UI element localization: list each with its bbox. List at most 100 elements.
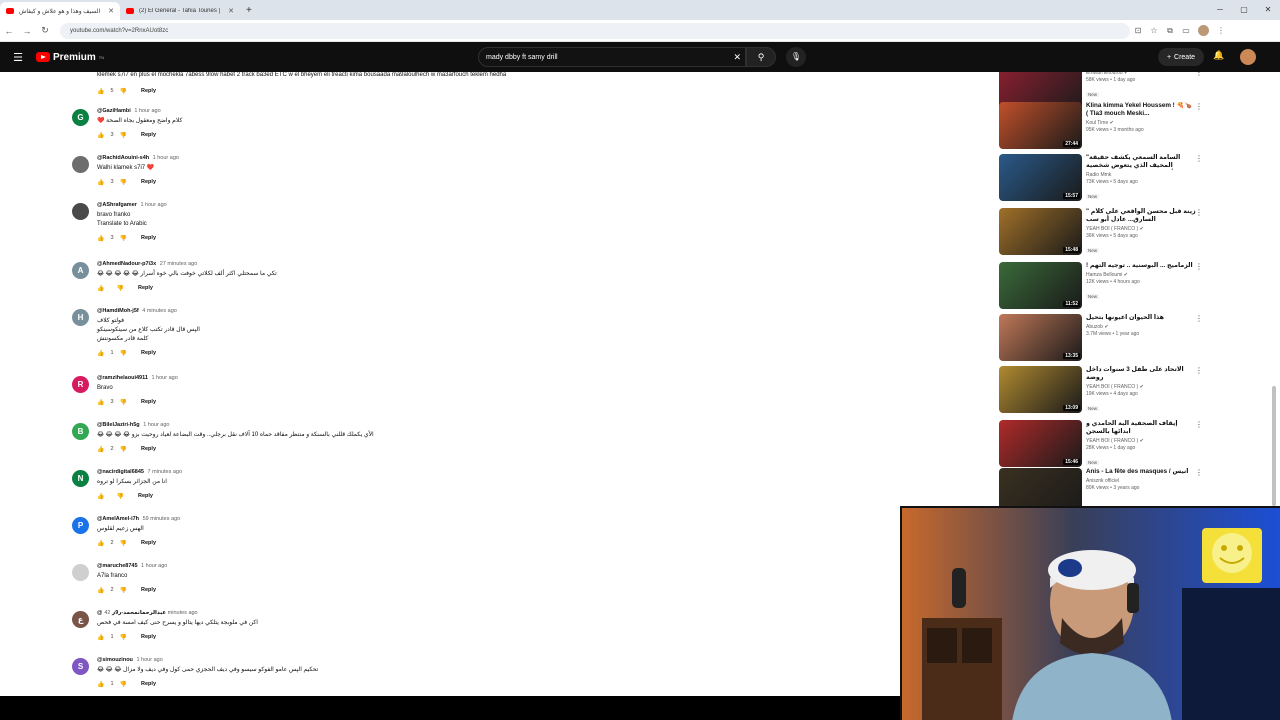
reply-button[interactable]: Reply (141, 587, 156, 593)
more-options-icon[interactable]: ⋮ (985, 264, 986, 273)
comment-time[interactable]: 1 hour ago (140, 202, 166, 208)
scrollbar-thumb[interactable] (1272, 386, 1276, 506)
dislike-icon[interactable]: 👎 (120, 235, 127, 242)
like-icon[interactable]: 👍 (97, 681, 104, 688)
related-video-item[interactable]: ⋮ 27:44 Klina kimma Yekel Houssem ! 🍕🍗 (… (985, 102, 1210, 152)
commenter-handle[interactable]: @nacirdigital6845 (97, 469, 144, 475)
related-video-item[interactable]: ⋮ 15:48 " زينة قبل محسن الواقعي على كلام… (985, 208, 1210, 258)
commenter-avatar[interactable]: G (72, 109, 89, 126)
like-icon[interactable]: 👍 (97, 132, 104, 139)
maximize-icon[interactable]: ▢ (1232, 0, 1256, 20)
video-thumbnail[interactable]: 27:44 (999, 102, 1082, 149)
more-options-icon[interactable]: ⋮ (985, 470, 986, 479)
like-icon[interactable]: 👍 (97, 235, 104, 242)
video-menu-icon[interactable]: ⋮ (1195, 314, 1203, 323)
more-options-icon[interactable]: ⋮ (985, 368, 986, 377)
video-thumbnail[interactable]: 13:09 (999, 366, 1082, 413)
commenter-avatar[interactable]: N (72, 470, 89, 487)
commenter-avatar[interactable]: ع (72, 611, 89, 628)
video-thumbnail[interactable]: 15:46 (999, 420, 1082, 467)
comment-time[interactable]: 59 minutes ago (143, 516, 181, 522)
browser-tab[interactable]: (2) El General - Tahia Tounes | ✕ (120, 2, 240, 20)
install-icon[interactable]: ⊡ (1130, 26, 1146, 35)
commenter-avatar[interactable]: R (72, 376, 89, 393)
reply-button[interactable]: Reply (141, 446, 156, 452)
video-menu-icon[interactable]: ⋮ (1195, 420, 1203, 429)
reply-button[interactable]: Reply (141, 634, 156, 640)
video-title[interactable]: هذا الحيوان اعيونها بتحيل (1086, 314, 1196, 322)
video-title[interactable]: " زينة قبل محسن الواقعي على كلام السارق.… (1086, 208, 1196, 224)
related-video-item[interactable]: ⋮ 13:35 هذا الحيوان اعيونها بتحيل Abuzob… (985, 314, 1210, 364)
commenter-handle[interactable]: @RachidAouini-s4h (97, 155, 149, 161)
comment-time[interactable]: 1 hour ago (134, 108, 160, 114)
create-button[interactable]: + Create (1158, 48, 1204, 66)
video-thumbnail[interactable]: 15:48 (999, 208, 1082, 255)
channel-name[interactable]: Hamza Belloumi ✔ (1086, 272, 1196, 278)
voice-search-button[interactable]: 🎙 (786, 47, 806, 67)
back-icon[interactable]: ← (0, 26, 18, 36)
channel-name[interactable]: Anisznk officiel (1086, 478, 1196, 484)
commenter-handle[interactable]: @simouzinou (97, 657, 133, 663)
comment-time[interactable]: 4 minutes ago (142, 308, 177, 314)
channel-name[interactable]: YEAH BOI ( FRANCO ) ✔ (1086, 384, 1196, 390)
profile-avatar[interactable] (1198, 25, 1209, 36)
like-icon[interactable]: 👍 (97, 493, 104, 500)
commenter-handle[interactable]: @HamdiMoh-j5f (97, 308, 139, 314)
reply-button[interactable]: Reply (141, 540, 156, 546)
new-tab-icon[interactable]: + (240, 2, 258, 20)
more-options-icon[interactable]: ⋮ (985, 316, 986, 325)
dislike-icon[interactable]: 👎 (116, 285, 123, 292)
notifications-bell-icon[interactable]: 🔔 (1213, 50, 1224, 61)
sidebar-icon[interactable]: ▭ (1178, 26, 1194, 35)
dislike-icon[interactable]: 👎 (120, 132, 127, 139)
video-title[interactable]: ! الزماميج ... البوسنية .. توجيه التهم (1086, 262, 1196, 270)
hamburger-menu-icon[interactable]: ☰ (0, 51, 36, 64)
channel-name[interactable]: Emwan Elfourou ✔ (1086, 72, 1196, 76)
reply-button[interactable]: Reply (141, 235, 156, 241)
video-title[interactable]: "السامة السمعي يكشف حقيقة المحيف الذي يت… (1086, 154, 1196, 170)
comment-time[interactable]: 1 hour ago (136, 657, 162, 663)
reply-button[interactable]: Reply (141, 399, 156, 405)
dislike-icon[interactable]: 👎 (116, 493, 123, 500)
search-input[interactable]: mady dbby ft samy drill ✕ (478, 47, 746, 67)
comment-time[interactable]: 1 hour ago (141, 563, 167, 569)
reply-button[interactable]: Reply (141, 350, 156, 356)
like-icon[interactable]: 👍 (97, 399, 104, 406)
related-video-item[interactable]: ⋮ 15:57 "السامة السمعي يكشف حقيقة المحيف… (985, 154, 1210, 204)
video-title[interactable]: Klina kimma Yekel Houssem ! 🍕🍗 ( Tla3 mo… (1086, 102, 1196, 118)
video-title[interactable]: الاتحاد على طفل 3 سنوات داخل روضة (1086, 366, 1196, 382)
commenter-handle[interactable]: @ramzihelaoui4911 (97, 375, 148, 381)
minimize-icon[interactable]: ─ (1208, 0, 1232, 20)
like-icon[interactable]: 👍 (97, 350, 104, 357)
search-button[interactable]: ⚲ (746, 47, 776, 67)
close-window-icon[interactable]: ✕ (1256, 0, 1280, 20)
extensions-icon[interactable]: ⧉ (1162, 26, 1178, 36)
reply-button[interactable]: Reply (141, 179, 156, 185)
comment-time[interactable]: 7 minutes ago (147, 469, 182, 475)
reply-button[interactable]: Reply (141, 681, 156, 687)
commenter-handle[interactable]: @AmelAmel-i7h (97, 516, 139, 522)
commenter-handle[interactable]: @maruche8745 (97, 563, 138, 569)
browser-tab-active[interactable]: السيف وهذا و هو علاش و كيفاش ✕ (0, 2, 120, 20)
reply-button[interactable]: Reply (141, 88, 156, 94)
more-options-icon[interactable]: ⋮ (985, 104, 986, 113)
clear-search-icon[interactable]: ✕ (733, 52, 741, 63)
video-menu-icon[interactable]: ⋮ (1195, 208, 1203, 217)
channel-name[interactable]: Abuzob ✔ (1086, 324, 1196, 330)
commenter-avatar[interactable] (72, 564, 89, 581)
video-menu-icon[interactable]: ⋮ (1195, 262, 1203, 271)
comment-time[interactable]: 27 minutes ago (160, 261, 198, 267)
video-thumbnail[interactable]: 15:57 (999, 154, 1082, 201)
comment-time[interactable]: 1 hour ago (151, 375, 177, 381)
more-options-icon[interactable]: ⋮ (985, 422, 986, 431)
commenter-avatar[interactable] (72, 156, 89, 173)
dislike-icon[interactable]: 👎 (120, 399, 127, 406)
reply-button[interactable]: Reply (138, 493, 153, 499)
browser-menu-icon[interactable]: ⋮ (1213, 26, 1229, 35)
bookmark-star-icon[interactable]: ☆ (1146, 26, 1162, 35)
commenter-avatar[interactable]: H (72, 309, 89, 326)
more-options-icon[interactable]: ⋮ (985, 210, 986, 219)
commenter-avatar[interactable]: S (72, 658, 89, 675)
close-tab-icon[interactable]: ✕ (108, 7, 114, 15)
dislike-icon[interactable]: 👎 (120, 88, 127, 95)
